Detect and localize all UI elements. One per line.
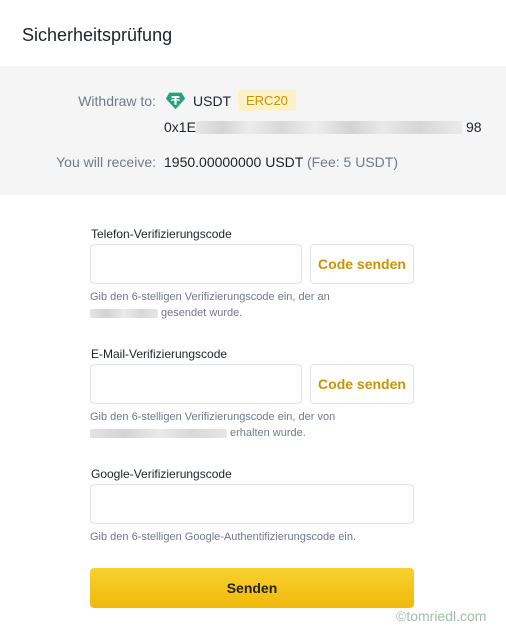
email-send-code-button[interactable]: Code senden [310,364,414,404]
email-code-hint: Gib den 6-stelligen Verifizierungscode e… [90,409,410,441]
phone-number-redacted [90,308,158,318]
receive-value: 1950.00000000 USDT (Fee: 5 USDT) [164,154,398,170]
email-code-input[interactable] [90,364,302,404]
email-hint-line-1: Gib den 6-stelligen Verifizierungscode e… [90,411,336,423]
address-redacted [196,121,462,134]
tether-icon [165,92,186,110]
email-code-label: E-Mail-Verifizierungscode [91,347,228,361]
google-code-label: Google-Verifizierungscode [91,467,232,481]
google-code-hint: Gib den 6-stelligen Google-Authentifizie… [90,531,356,543]
coin-name: USDT [193,93,232,109]
receive-label: You will receive: [56,154,156,170]
dialog-title: Sicherheitsprüfung [22,25,173,45]
fee-text: (Fee: 5 USDT) [306,154,398,170]
google-code-input[interactable] [90,484,414,524]
phone-hint-line-1: Gib den 6-stelligen Verifizierungscode e… [90,291,330,303]
phone-hint-line-2: gesendet wurde. [161,307,243,319]
withdraw-to-label: Withdraw to: [78,93,156,109]
address-prefix: 0x1E [164,119,196,135]
phone-code-label: Telefon-Verifizierungscode [91,227,232,241]
email-hint-line-2: erhalten wurde. [230,427,306,439]
watermark: ©tomriedl.com [396,608,487,624]
submit-button[interactable]: Senden [90,568,414,608]
receive-amount: 1950.00000000 USDT [164,154,304,170]
phone-send-code-button[interactable]: Code senden [310,244,414,284]
phone-code-hint: Gib den 6-stelligen Verifizierungscode e… [90,289,410,321]
withdraw-address: 0x1E 98 [164,119,484,137]
email-address-redacted [90,428,227,438]
address-suffix: 98 [466,119,482,135]
network-badge: ERC20 [238,90,296,111]
phone-code-input[interactable] [90,244,302,284]
withdraw-summary: Withdraw to: USDT ERC20 0x1E 98 You will… [0,66,506,195]
